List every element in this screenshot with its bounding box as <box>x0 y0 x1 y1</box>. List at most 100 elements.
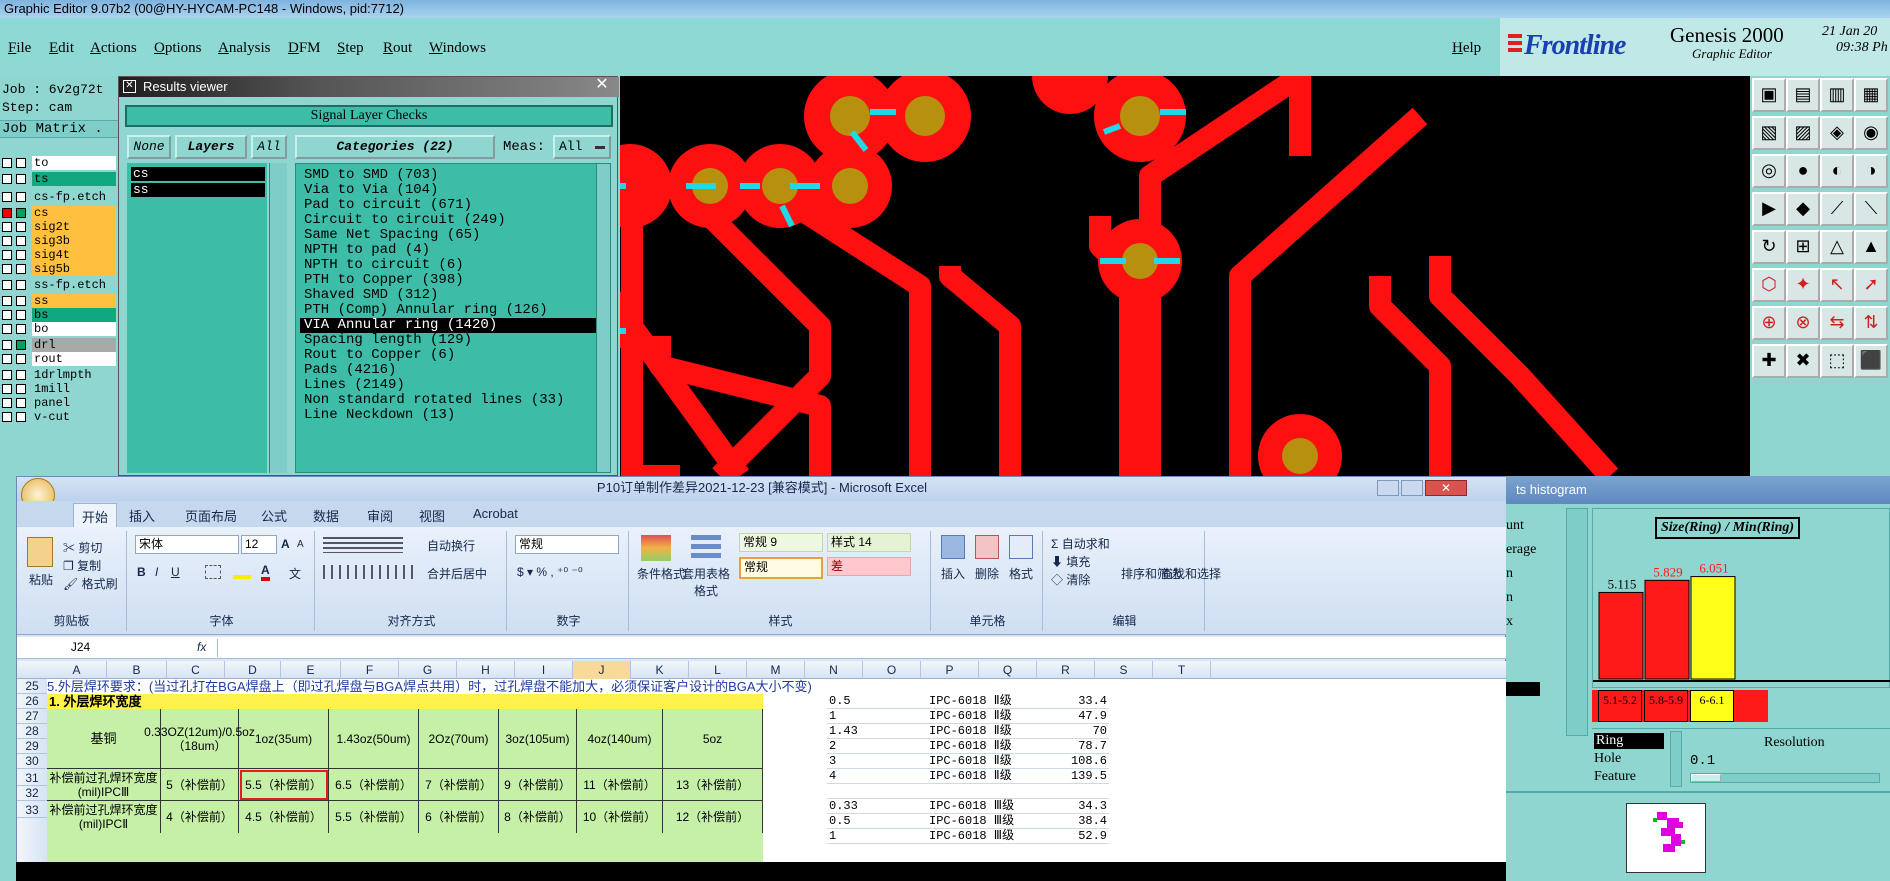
layer-checkbox[interactable] <box>2 236 12 246</box>
grow-font-icon[interactable]: A <box>281 537 290 551</box>
layer-row-sig5b[interactable]: sig5b <box>0 262 118 276</box>
paste-button[interactable]: 粘贴 <box>29 571 53 588</box>
table-cell[interactable]: IPC-6018 Ⅲ级 <box>927 829 1027 844</box>
table-cell[interactable]: IPC-6018 Ⅲ级 <box>927 799 1027 814</box>
column-header-a[interactable]: A <box>47 661 107 679</box>
categories-button[interactable]: Categories (22) <box>295 135 495 159</box>
bold-icon[interactable]: B <box>137 565 146 579</box>
layer-checkbox[interactable] <box>2 222 12 232</box>
draw-arc-tool-icon[interactable]: ⟍ <box>1854 192 1888 226</box>
frame-tool-icon[interactable]: ⬚ <box>1820 344 1854 378</box>
paste-icon[interactable] <box>27 537 53 567</box>
open-tool-icon[interactable]: ▣ <box>1752 78 1786 112</box>
ring-width-cell[interactable]: 10（补偿前） <box>577 801 663 833</box>
tab-review[interactable]: 审阅 <box>367 506 393 525</box>
meas-dropdown[interactable]: All <box>553 135 611 159</box>
category-item[interactable]: Rout to Copper (6) <box>300 348 600 363</box>
resolution-value[interactable]: 0.1 <box>1690 753 1715 769</box>
layer-row-sig3b[interactable]: sig3b <box>0 234 118 248</box>
menu-actions[interactable]: Actions <box>90 40 137 57</box>
layer-checkbox-2[interactable] <box>16 208 26 218</box>
menu-file[interactable]: File <box>8 40 31 57</box>
table-cell[interactable]: IPC-6018 Ⅲ级 <box>927 814 1027 829</box>
fill-button[interactable]: ⬇ 填充 <box>1051 553 1090 570</box>
header-copper-weight[interactable]: 0.33OZ(12um)/0.5oz（18um） <box>144 709 255 769</box>
layer-checkbox-2[interactable] <box>16 340 26 350</box>
menu-help[interactable]: Help <box>1452 40 1481 57</box>
wrap-text-button[interactable]: 自动换行 <box>427 537 475 554</box>
worksheet-grid[interactable]: 5.外层焊环要求：(当过孔打在BGA焊盘上（即过孔焊盘与BGA焊点共用）时，过孔… <box>47 679 1507 877</box>
italic-icon[interactable]: I <box>155 565 158 579</box>
layer-checkbox[interactable] <box>2 398 12 408</box>
layer-row-cs[interactable]: cs <box>0 206 118 220</box>
histogram-bar[interactable] <box>1690 576 1736 680</box>
move-tool-icon[interactable]: ▦ <box>1854 78 1888 112</box>
select-tool-icon[interactable]: ◐ <box>1820 154 1854 188</box>
insert-button[interactable]: 插入 <box>941 565 965 582</box>
add-line-tool-icon[interactable]: ◆ <box>1786 192 1820 226</box>
copy-button[interactable]: ❐ 复制 <box>63 557 101 574</box>
column-header-t[interactable]: T <box>1153 661 1211 679</box>
excel-close-icon[interactable]: ✕ <box>1425 480 1467 496</box>
layer-row-ts[interactable]: ts <box>0 172 118 186</box>
autosum-button[interactable]: Σ 自动求和 <box>1051 535 1110 552</box>
stats-scrollbar[interactable] <box>1566 508 1588 736</box>
histogram-bar[interactable] <box>1644 579 1690 680</box>
category-item[interactable]: Lines (2149) <box>300 378 600 393</box>
tab-acrobat[interactable]: Acrobat <box>473 506 518 521</box>
layer-checkbox-2[interactable] <box>16 324 26 334</box>
table-cell[interactable]: 139.5 <box>1027 769 1109 784</box>
menu-windows[interactable]: Windows <box>429 40 486 57</box>
borders-icon[interactable] <box>205 565 221 579</box>
plus-tool-icon[interactable]: ✚ <box>1752 344 1786 378</box>
category-item[interactable]: VIA Annular ring (1420) <box>300 318 600 333</box>
conditional-format-icon[interactable] <box>641 535 671 561</box>
layer-checkbox-2[interactable] <box>16 398 26 408</box>
font-size-box[interactable]: 12 <box>241 535 277 554</box>
table-cell[interactable]: 2 <box>827 739 927 754</box>
column-header-f[interactable]: F <box>341 661 399 679</box>
block-tool-icon[interactable]: ⬛ <box>1854 344 1888 378</box>
style-normal[interactable]: 常规 <box>739 557 823 579</box>
row-header[interactable]: 32 <box>17 786 47 801</box>
rotate-tool-icon[interactable]: ▧ <box>1752 116 1786 150</box>
pointer-tool-icon[interactable]: ↖ <box>1820 268 1854 302</box>
layer-checkbox[interactable] <box>2 158 12 168</box>
window-menu-icon[interactable]: ✕ <box>123 80 136 93</box>
option-hole[interactable]: Hole <box>1594 751 1621 767</box>
layer-checkbox-2[interactable] <box>16 192 26 202</box>
tab-home[interactable]: 开始 <box>73 503 118 529</box>
header-copper-weight[interactable]: 1oz(35um) <box>239 709 329 769</box>
ring-width-cell[interactable]: 5.5（补偿前） <box>239 769 329 801</box>
ring-width-cell[interactable]: 8（补偿前） <box>499 801 577 833</box>
row-header[interactable]: 29 <box>17 739 47 754</box>
header-copper-weight[interactable]: 4oz(140um) <box>577 709 663 769</box>
header-copper-weight[interactable]: 5oz <box>663 709 763 769</box>
layer-checkbox[interactable] <box>2 264 12 274</box>
star-tool-icon[interactable]: ✦ <box>1786 268 1820 302</box>
layer-row-1mill[interactable]: 1mill <box>0 382 118 396</box>
row-header[interactable]: 33 <box>17 803 47 818</box>
column-header-j[interactable]: J <box>573 661 631 679</box>
layer-checkbox[interactable] <box>2 296 12 306</box>
table-cell[interactable]: 0.5 <box>827 814 927 829</box>
mirror-tool-icon[interactable]: ▨ <box>1786 116 1820 150</box>
style-bad[interactable]: 差 <box>827 557 911 576</box>
category-item[interactable]: SMD to SMD (703) <box>300 168 600 183</box>
layer-checkbox[interactable] <box>2 384 12 394</box>
layer-checkbox-2[interactable] <box>16 158 26 168</box>
category-item[interactable]: Shaved SMD (312) <box>300 288 600 303</box>
delete-cells-icon[interactable] <box>975 535 999 559</box>
table-cell[interactable]: IPC-6018 Ⅱ级 <box>927 769 1027 784</box>
close-icon[interactable]: ✕ <box>591 77 613 94</box>
table-cell[interactable]: IPC-6018 Ⅱ级 <box>927 694 1027 709</box>
result-layer-item[interactable]: cs <box>131 167 265 181</box>
arrow-tool-icon[interactable]: ➚ <box>1854 268 1888 302</box>
merge-center-button[interactable]: 合并后居中 <box>427 565 487 582</box>
ring-width-cell[interactable]: 5.5（补偿前） <box>329 801 419 833</box>
table-cell[interactable]: 78.7 <box>1027 739 1109 754</box>
row-header[interactable]: 25 <box>17 679 47 694</box>
column-header-g[interactable]: G <box>399 661 457 679</box>
header-copper-weight[interactable]: 1.43oz(50um) <box>329 709 419 769</box>
fill-color-icon[interactable] <box>233 565 251 579</box>
